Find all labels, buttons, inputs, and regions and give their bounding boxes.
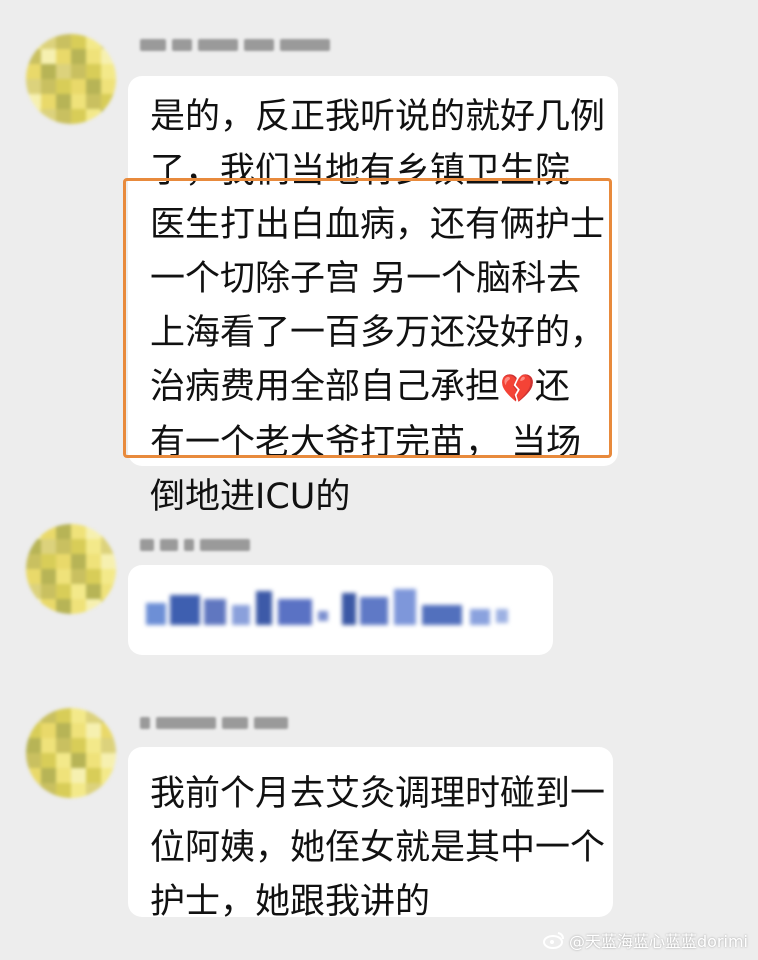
sender-name-blurred: [140, 34, 330, 56]
message-bubble[interactable]: 我前个月去艾灸调理时碰到一 位阿姨，她侄女就是其中一个 护士，她跟我讲的: [128, 747, 613, 922]
message-bubble-blurred[interactable]: [128, 565, 553, 655]
sender-name-blurred: [140, 534, 250, 556]
message-line: 位阿姨，她侄女就是其中一个: [150, 828, 606, 868]
avatar[interactable]: [26, 708, 116, 798]
avatar[interactable]: [26, 524, 116, 614]
blurred-content: [146, 589, 508, 625]
avatar[interactable]: [26, 34, 116, 124]
message-line: 倒地进ICU的: [150, 477, 351, 517]
message-line: 护士，她跟我讲的: [150, 882, 431, 922]
message-line: 是的，反正我听说的就好几例: [150, 97, 606, 137]
watermark-text: @天蓝海蓝心蓝蓝dorimi: [568, 932, 748, 951]
highlight-box: [123, 178, 612, 458]
message-line: 我前个月去艾灸调理时碰到一: [150, 774, 606, 814]
watermark: @天蓝海蓝心蓝蓝dorimi: [542, 928, 748, 952]
weibo-icon: [542, 932, 564, 949]
sender-name-blurred: [140, 712, 288, 734]
